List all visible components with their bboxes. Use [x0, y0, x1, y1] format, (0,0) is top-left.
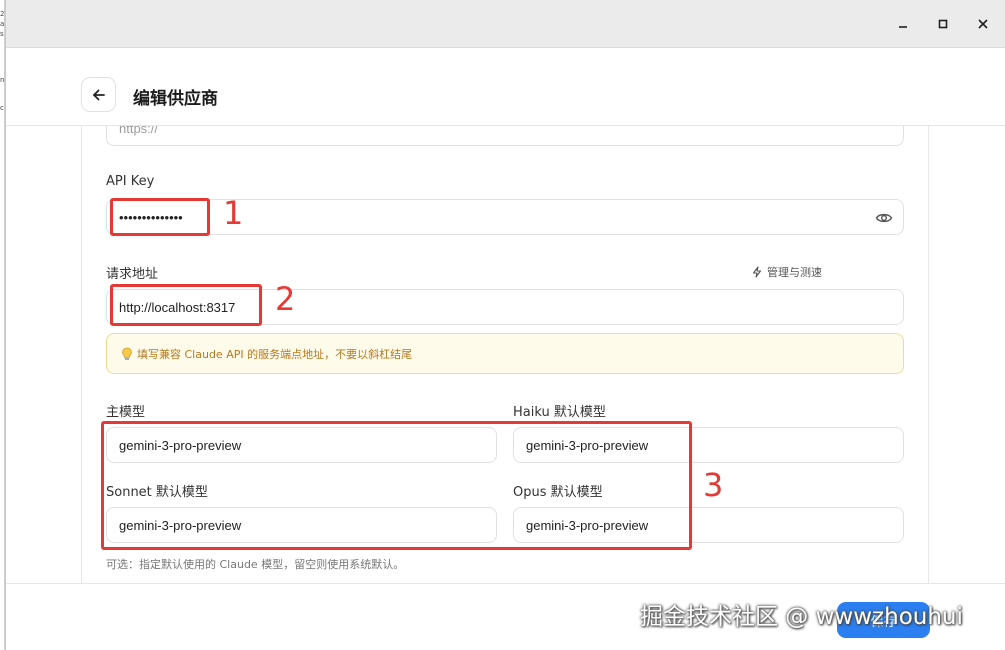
opus-model-label: Opus 默认模型 — [513, 485, 603, 500]
minimize-icon — [899, 26, 907, 28]
minimize-button[interactable] — [893, 14, 913, 34]
annotation-number-3: 3 — [703, 466, 724, 504]
models-footnote: 可选：指定默认使用的 Claude 模型，留空则使用系统默认。 — [106, 558, 405, 571]
endpoint-input[interactable]: http://localhost:8317 — [106, 289, 904, 325]
desktop-glyph: n — [0, 76, 5, 84]
api-key-label: API Key — [106, 174, 155, 189]
page-title: 编辑供应商 — [133, 89, 218, 109]
website-url-input[interactable]: https:// — [106, 126, 904, 146]
eye-icon[interactable] — [875, 209, 893, 227]
manage-speedtest-label: 管理与测速 — [767, 266, 822, 279]
form-scroll-area[interactable]: https:// API Key •••••••••••••• 请求地址 管理与… — [6, 126, 1005, 583]
sonnet-model-label: Sonnet 默认模型 — [106, 485, 208, 500]
arrow-left-icon — [92, 89, 105, 100]
main-model-label: 主模型 — [106, 405, 146, 420]
endpoint-hint-text: 填写兼容 Claude API 的服务端点地址，不要以斜杠结尾 — [137, 347, 413, 361]
app-window: 编辑供应商 https:// API Key •••••••••••••• 请求… — [5, 0, 1005, 650]
page-header: 编辑供应商 — [6, 48, 1005, 126]
back-button[interactable] — [81, 77, 116, 112]
page-footer: 保存 掘金技术社区 @ wwwzhouhui — [6, 583, 1005, 650]
sonnet-model-input[interactable]: gemini-3-pro-preview — [106, 507, 497, 543]
desktop-glyph: a — [0, 20, 5, 28]
haiku-model-label: Haiku 默认模型 — [513, 405, 606, 420]
lightning-icon — [752, 266, 762, 278]
haiku-model-input[interactable]: gemini-3-pro-preview — [513, 427, 904, 463]
annotation-number-1: 1 — [223, 194, 244, 232]
main-model-input[interactable]: gemini-3-pro-preview — [106, 427, 497, 463]
lightbulb-icon — [122, 347, 132, 360]
desktop-glyph: c — [0, 104, 4, 112]
close-icon — [978, 19, 988, 29]
title-bar — [6, 0, 1005, 48]
endpoint-hint: 填写兼容 Claude API 的服务端点地址，不要以斜杠结尾 — [106, 333, 904, 374]
desktop-glyph: 2 — [0, 10, 5, 18]
annotation-number-2: 2 — [275, 280, 296, 318]
watermark: 掘金技术社区 @ wwwzhouhui — [640, 604, 963, 630]
maximize-icon — [938, 19, 948, 29]
manage-speedtest-link[interactable]: 管理与测速 — [751, 264, 822, 280]
maximize-button[interactable] — [933, 14, 953, 34]
close-button[interactable] — [973, 14, 993, 34]
api-key-value: •••••••••••••• — [119, 209, 183, 225]
opus-model-input[interactable]: gemini-3-pro-preview — [513, 507, 904, 543]
endpoint-label: 请求地址 — [106, 267, 159, 282]
desktop-glyph: s — [0, 30, 4, 38]
